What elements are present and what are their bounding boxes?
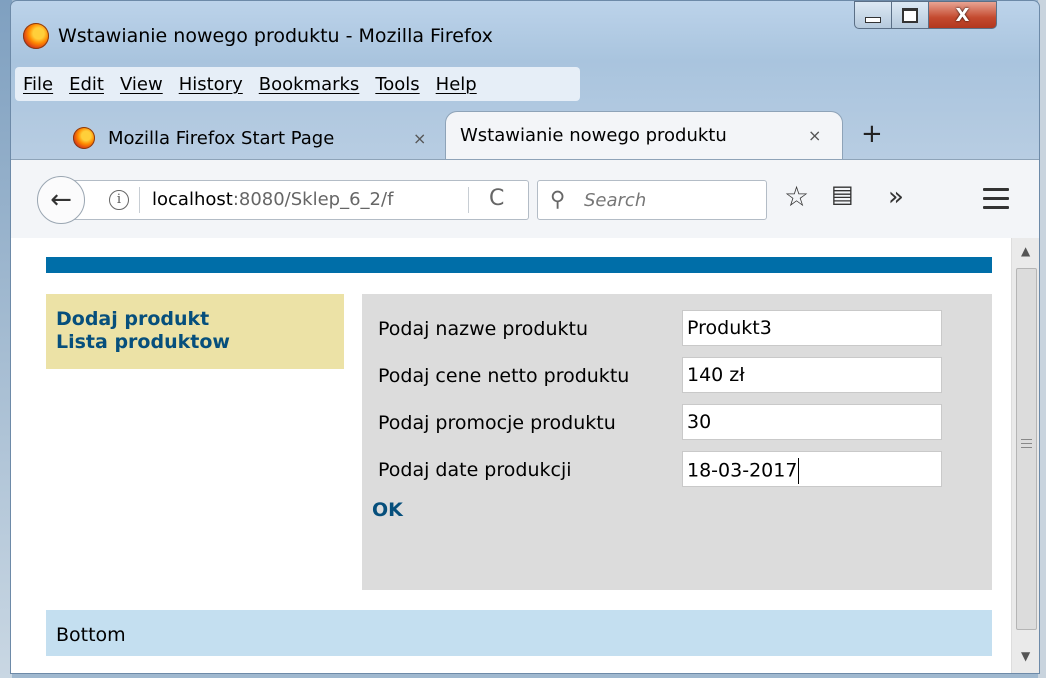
menu-tools[interactable]: Tools <box>367 74 427 95</box>
window-title: Wstawianie nowego produktu - Mozilla Fir… <box>58 25 493 47</box>
grip-icon <box>1021 439 1032 451</box>
link-lista-produktow[interactable]: Lista produktow <box>56 331 334 354</box>
form-row: Podaj promocje produktu 30 <box>378 404 978 440</box>
close-icon: X <box>955 4 970 26</box>
product-form: Podaj nazwe produktu Produkt3 Podaj cene… <box>362 294 992 590</box>
menu-bar: File Edit View History Bookmarks Tools H… <box>15 67 580 101</box>
firefox-logo-icon <box>73 127 95 149</box>
production-date-input[interactable]: 18-03-2017 <box>682 451 942 487</box>
tab-close-icon[interactable]: × <box>808 126 821 145</box>
info-icon[interactable]: i <box>109 190 129 210</box>
search-input[interactable]: ⚲ Search <box>537 180 767 220</box>
scroll-thumb[interactable] <box>1016 268 1037 630</box>
menu-edit[interactable]: Edit <box>61 74 112 95</box>
link-dodaj-produkt[interactable]: Dodaj produkt <box>56 308 334 331</box>
new-tab-button[interactable]: + <box>861 119 883 149</box>
promotion-input[interactable]: 30 <box>682 404 942 440</box>
page-content: Dodaj produkt Lista produktow Podaj nazw… <box>11 238 1011 673</box>
field-label: Podaj promocje produktu <box>378 412 616 434</box>
page-footer: Bottom <box>46 610 992 656</box>
tab-start-page[interactable]: Mozilla Firefox Start Page × <box>63 117 441 159</box>
divider <box>468 187 469 213</box>
ok-button[interactable]: OK <box>372 499 403 521</box>
menu-view[interactable]: View <box>112 74 171 95</box>
menu-help[interactable]: Help <box>428 74 485 95</box>
navigation-bar: i localhost:8080/Sklep_6_2/f C ← ⚲ Searc… <box>11 159 1039 239</box>
form-row: Podaj date produkcji 18-03-2017 <box>378 451 978 487</box>
back-button[interactable]: ← <box>37 176 85 224</box>
search-placeholder: Search <box>584 190 647 211</box>
minimize-icon <box>865 17 881 23</box>
firefox-logo-icon <box>23 23 49 49</box>
bookmarks-menu-icon[interactable]: ▤ <box>831 180 854 208</box>
close-button[interactable]: X <box>928 1 997 29</box>
side-menu: Dodaj produkt Lista produktow <box>46 294 344 369</box>
url-text[interactable]: localhost:8080/Sklep_6_2/f <box>152 189 393 210</box>
field-label: Podaj cene netto produktu <box>378 365 630 387</box>
menu-file[interactable]: File <box>15 74 61 95</box>
hamburger-menu-icon[interactable] <box>983 188 1009 215</box>
tab-label: Mozilla Firefox Start Page <box>108 127 335 149</box>
url-bar[interactable]: i localhost:8080/Sklep_6_2/f C <box>73 180 529 220</box>
scroll-down-icon[interactable]: ▼ <box>1021 649 1030 663</box>
divider <box>139 187 140 213</box>
minimize-button[interactable] <box>854 1 892 29</box>
scroll-up-icon[interactable]: ▲ <box>1021 244 1030 258</box>
net-price-input[interactable]: 140 zł <box>682 357 942 393</box>
reload-icon[interactable]: C <box>489 186 504 211</box>
back-arrow-icon: ← <box>50 185 72 215</box>
tab-label: Wstawianie nowego produktu <box>460 125 727 146</box>
tab-strip: Mozilla Firefox Start Page × Wstawianie … <box>11 109 1039 159</box>
browser-window: Wstawianie nowego produktu - Mozilla Fir… <box>10 0 1040 674</box>
text-caret <box>798 458 800 484</box>
overflow-menu-icon[interactable]: » <box>888 182 904 212</box>
search-icon: ⚲ <box>550 187 566 211</box>
bookmark-star-icon[interactable]: ☆ <box>784 180 809 213</box>
tab-close-icon[interactable]: × <box>413 129 426 148</box>
maximize-button[interactable] <box>891 1 929 29</box>
form-row: Podaj cene netto produktu 140 zł <box>378 357 978 393</box>
vertical-scrollbar[interactable]: ▲ ▼ <box>1011 238 1039 673</box>
header-bar <box>46 257 992 273</box>
field-label: Podaj nazwe produktu <box>378 318 589 340</box>
tab-wstawianie[interactable]: Wstawianie nowego produktu × <box>445 111 843 159</box>
footer-text: Bottom <box>56 624 126 646</box>
maximize-icon <box>902 7 918 23</box>
menu-history[interactable]: History <box>171 74 251 95</box>
field-label: Podaj date produkcji <box>378 459 572 481</box>
form-row: Podaj nazwe produktu Produkt3 <box>378 310 978 346</box>
title-bar[interactable]: Wstawianie nowego produktu - Mozilla Fir… <box>11 1 1039 57</box>
product-name-input[interactable]: Produkt3 <box>682 310 942 346</box>
menu-bookmarks[interactable]: Bookmarks <box>251 74 368 95</box>
